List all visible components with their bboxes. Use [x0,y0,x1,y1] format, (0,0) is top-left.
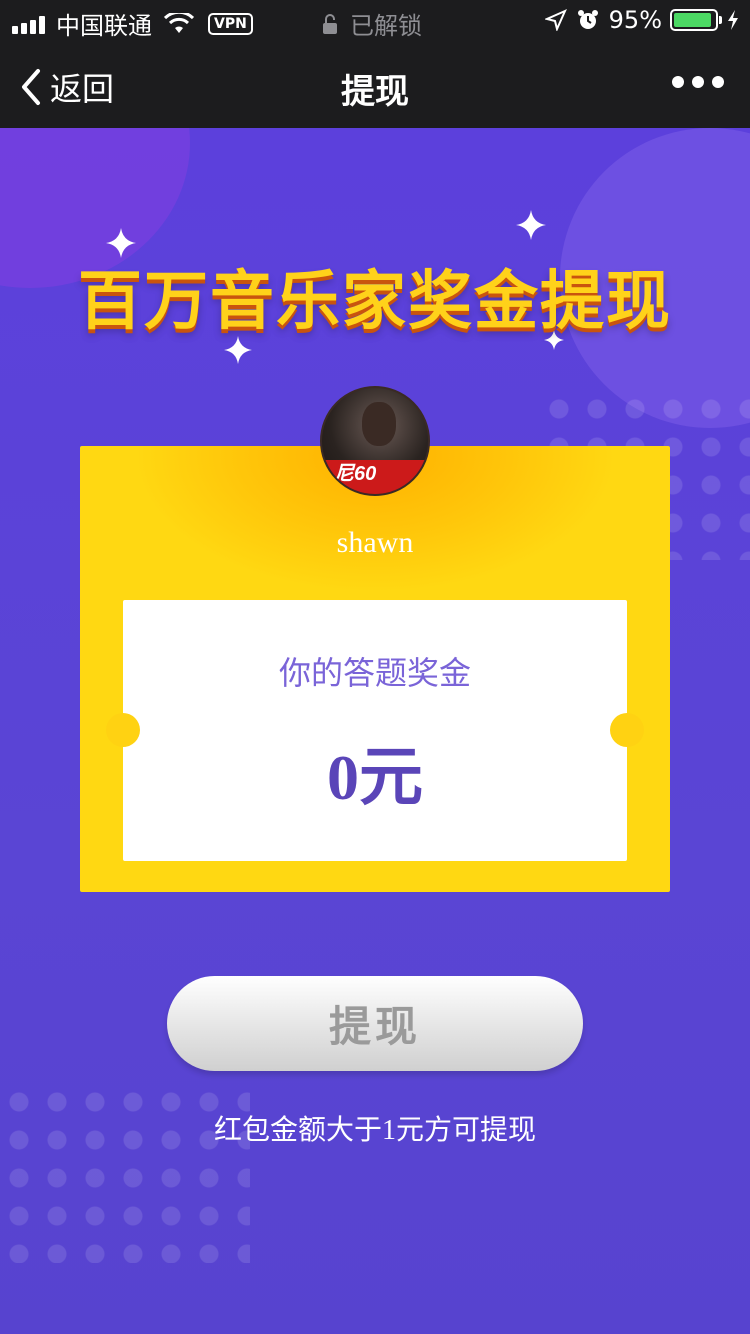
page-title: 提现 [341,72,409,112]
promo-headline: 百万音乐家奖金提现 [78,265,672,339]
withdraw-button[interactable]: 提现 [167,976,583,1071]
battery-icon [670,9,722,31]
prize-ticket: 你的答题奖金 0元 [106,600,644,861]
unlocked-icon [323,13,337,34]
more-dot-icon [672,76,684,88]
username: shawn [336,526,414,559]
more-dot-icon [712,76,724,88]
more-dot-icon [692,76,704,88]
prize-label: 你的答题奖金 [278,654,471,692]
wifi-icon [164,12,194,33]
status-bar: 中国联通 VPN 已解锁 95% [0,0,750,40]
withdraw-hint: 红包金额大于1元方可提现 [213,1115,536,1146]
more-options-button[interactable] [672,76,724,88]
sparkle-icon [516,210,546,240]
alarm-clock-icon [577,10,598,29]
avatar: 尼60 [320,386,430,496]
vpn-badge: VPN [208,12,253,35]
navigation-bar: 返回 提现 [0,40,750,128]
location-arrow-icon [544,9,567,31]
charging-bolt-icon [728,10,738,30]
battery-percent: 95% [608,6,662,34]
carrier-name: 中国联通 [56,12,152,40]
main-content: 百万音乐家奖金提现 尼60 shawn 你的答题奖金 0元 提现 红包金额大于1… [0,128,750,1334]
signal-strength-icon [12,14,48,34]
lock-status-text: 已解锁 [350,12,422,40]
prize-amount: 0元 [327,742,423,813]
avatar-jersey-text: 尼60 [334,463,377,485]
